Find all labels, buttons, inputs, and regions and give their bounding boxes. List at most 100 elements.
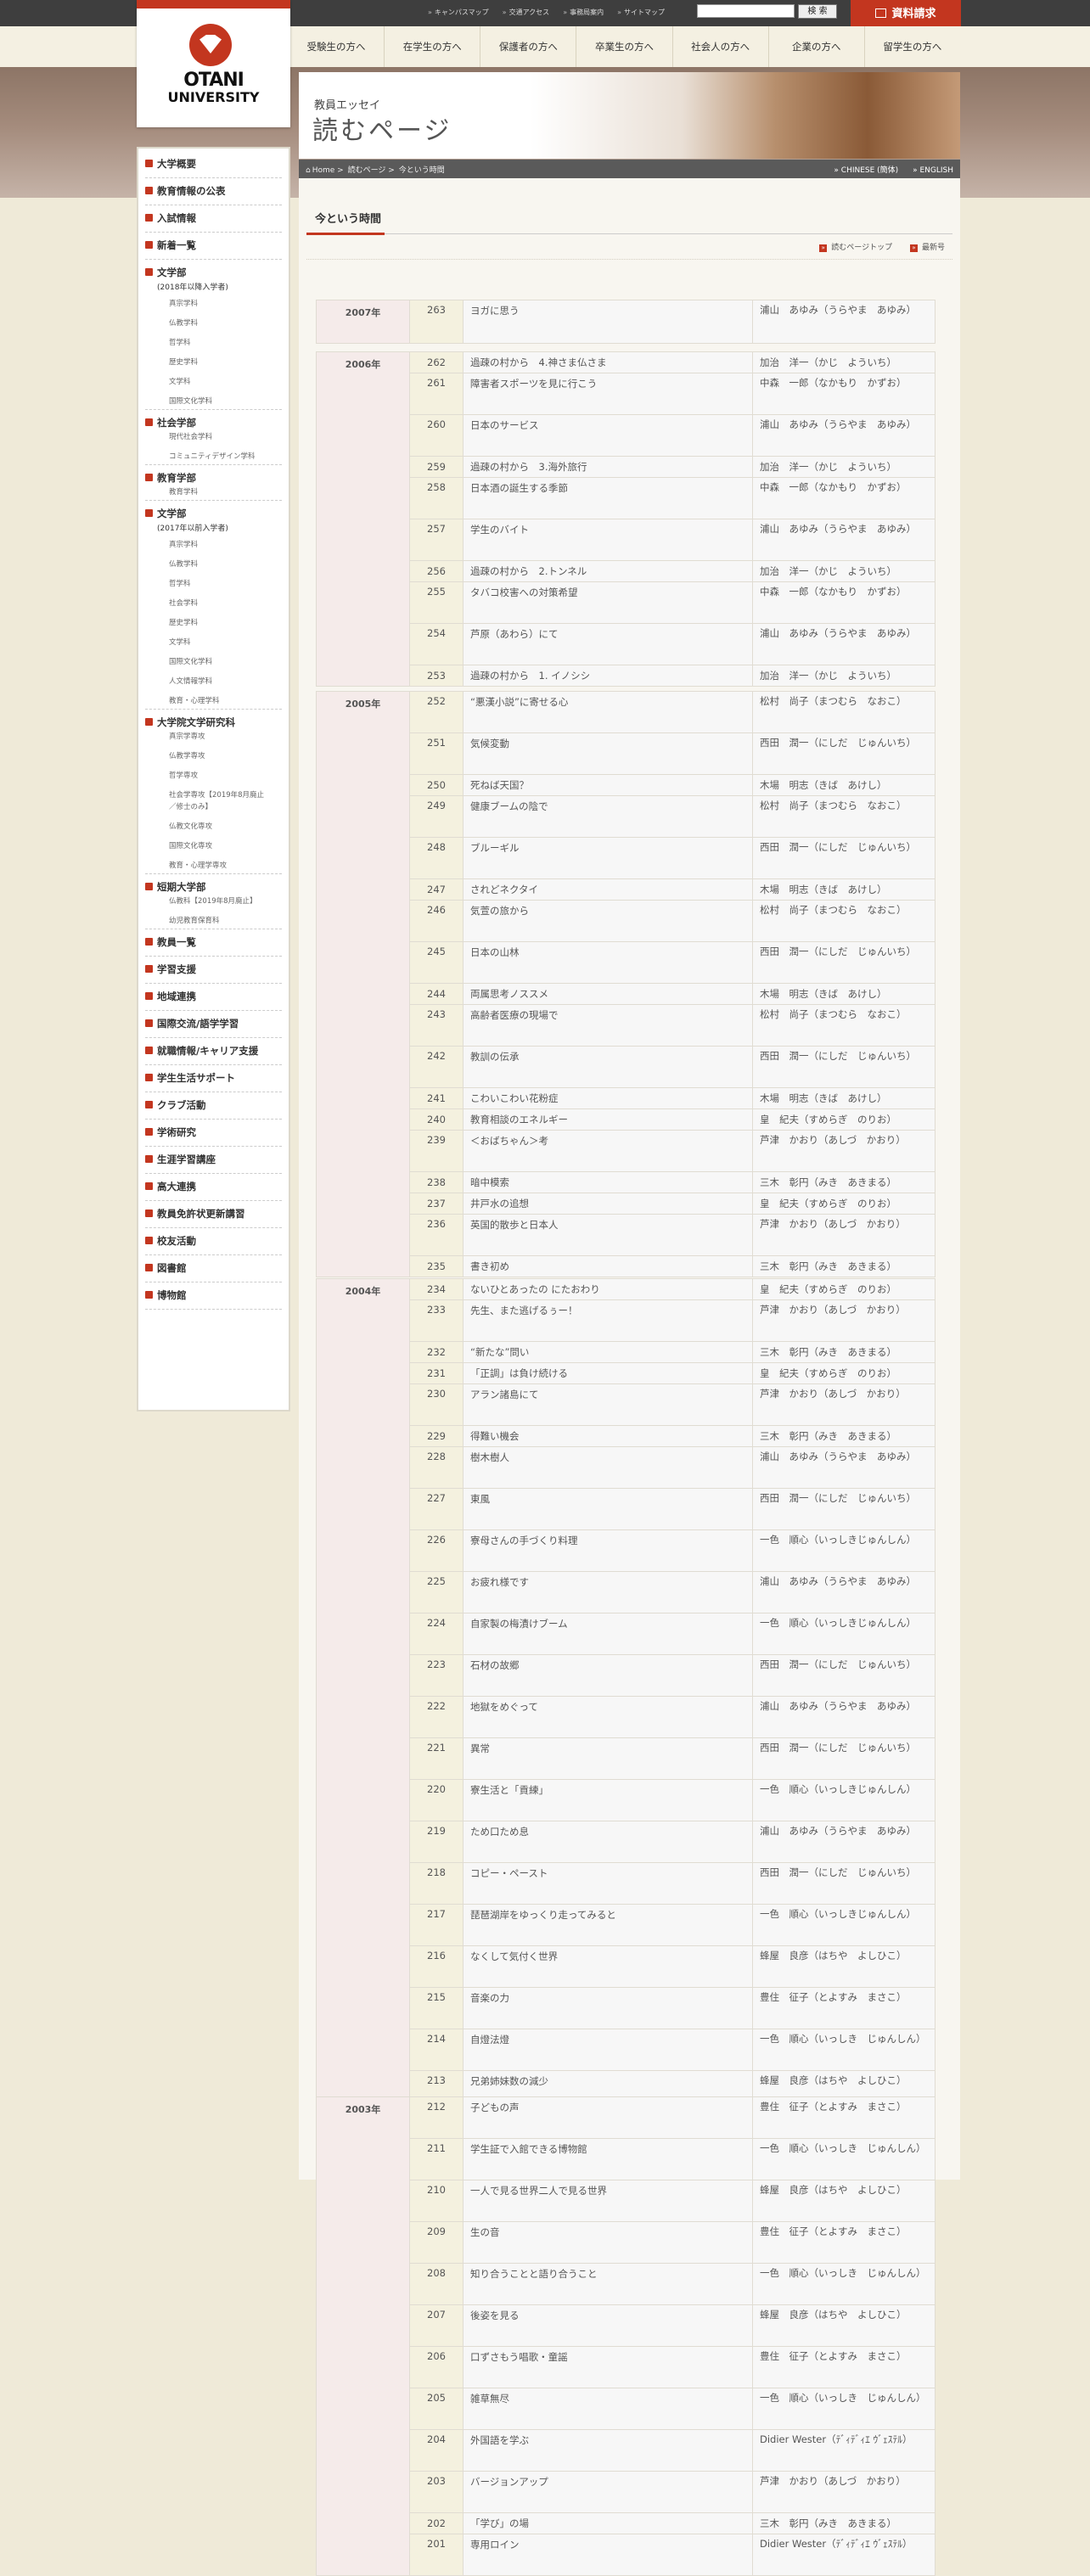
sidebar-category[interactable]: 教育学部 bbox=[145, 471, 282, 485]
sidebar-category[interactable]: 地域連携 bbox=[145, 990, 282, 1003]
essay-title[interactable]: ＜おばちゃん＞考 bbox=[463, 1130, 753, 1172]
sidebar-subitem[interactable]: 国際文化学科 bbox=[169, 656, 212, 666]
sidebar-subitem[interactable]: 国際文化学科 bbox=[169, 396, 212, 406]
essay-title[interactable]: ため口ため息 bbox=[463, 1821, 753, 1863]
essay-title[interactable]: 書き初め bbox=[463, 1255, 753, 1277]
essay-title[interactable]: 教訓の伝承 bbox=[463, 1046, 753, 1088]
essay-title[interactable]: アラン諸島にて bbox=[463, 1383, 753, 1426]
essay-title[interactable]: “悪漢小説”に寄せる心 bbox=[463, 691, 753, 733]
essay-title[interactable]: ヨガに思う bbox=[463, 300, 753, 344]
sidebar-subitem[interactable]: 現代社会学科 bbox=[169, 431, 212, 441]
essay-title[interactable]: こわいこわい花粉症 bbox=[463, 1087, 753, 1109]
sidebar-subitem[interactable]: 幼児教育保育科 bbox=[169, 915, 220, 925]
sidebar-subitem[interactable]: コミュニティデザイン学科 bbox=[169, 451, 256, 461]
sidebar-category[interactable]: 短期大学部 bbox=[145, 880, 282, 894]
breadcrumb-home[interactable]: Home bbox=[312, 166, 335, 175]
essay-title[interactable]: 学生のバイト bbox=[463, 519, 753, 561]
essay-title[interactable]: されどネクタイ bbox=[463, 878, 753, 901]
sidebar-subitem[interactable]: 真宗学科 bbox=[169, 298, 198, 308]
essay-title[interactable]: 外国語を学ぶ bbox=[463, 2429, 753, 2472]
nav-prospective[interactable]: 受験生の方へ bbox=[289, 26, 384, 67]
sidebar-category[interactable]: 大学概要 bbox=[145, 157, 282, 171]
sidebar-subitem[interactable]: 仏教文化専攻 bbox=[169, 821, 212, 831]
essay-title[interactable]: バージョンアップ bbox=[463, 2471, 753, 2513]
sidebar-category[interactable]: クラブ活動 bbox=[145, 1098, 282, 1112]
sidebar-category[interactable]: 文学部 bbox=[145, 507, 282, 520]
essay-title[interactable]: 「正調」は負け続ける bbox=[463, 1362, 753, 1384]
sidebar-subitem[interactable]: 哲学科 bbox=[169, 337, 191, 347]
lang-chinese[interactable]: » CHINESE (簡体) bbox=[834, 166, 898, 175]
essay-title[interactable]: 自家製の梅漬けブーム bbox=[463, 1613, 753, 1655]
sidebar-category[interactable]: 大学院文学研究科 bbox=[145, 716, 282, 729]
sidebar-category[interactable]: 就職情報/キャリア支援 bbox=[145, 1044, 282, 1058]
sidebar-category[interactable]: 学習支援 bbox=[145, 962, 282, 976]
essay-title[interactable]: 後姿を見る bbox=[463, 2304, 753, 2347]
nav-alumni[interactable]: 卒業生の方へ bbox=[576, 26, 671, 67]
essay-title[interactable]: 学生証で入館できる博物館 bbox=[463, 2138, 753, 2180]
essay-title[interactable]: 東風 bbox=[463, 1488, 753, 1530]
essay-title[interactable]: 死ねば天国？ bbox=[463, 774, 753, 796]
sidebar-category[interactable]: 生涯学習講座 bbox=[145, 1153, 282, 1166]
essay-title[interactable]: 過疎の村から 4.神さま仏さま bbox=[463, 351, 753, 373]
sidebar-subitem[interactable]: 教育・心理学専攻 bbox=[169, 860, 227, 870]
essay-title[interactable]: 芦原（あわら）にて bbox=[463, 623, 753, 665]
essay-title[interactable]: 知り合うことと語り合うこと bbox=[463, 2263, 753, 2305]
essay-title[interactable]: 過疎の村から 1. イノシシ bbox=[463, 665, 753, 687]
essay-title[interactable]: 樹木樹人 bbox=[463, 1446, 753, 1489]
essay-title[interactable]: 両属思考ノススメ bbox=[463, 983, 753, 1005]
sidebar-category[interactable]: 高大連携 bbox=[145, 1180, 282, 1193]
essay-title[interactable]: 子どもの声 bbox=[463, 2096, 753, 2139]
essay-title[interactable]: 暗中模索 bbox=[463, 1171, 753, 1193]
essay-title[interactable]: なくして気付く世界 bbox=[463, 1945, 753, 1988]
essay-title[interactable]: 琵琶湖岸をゆっくり走ってみると bbox=[463, 1904, 753, 1946]
sidebar-category[interactable]: 社会学部 bbox=[145, 416, 282, 429]
util-link-campus-map[interactable]: キャンパスマップ bbox=[428, 8, 489, 17]
sidebar-category[interactable]: 教員一覧 bbox=[145, 935, 282, 949]
essay-title[interactable]: “新たな”問い bbox=[463, 1341, 753, 1363]
sidebar-category[interactable]: 国際交流/語学学習 bbox=[145, 1017, 282, 1030]
essay-title[interactable]: 先生、また逃げるぅー！ bbox=[463, 1299, 753, 1342]
sidebar-category[interactable]: 学生生活サポート bbox=[145, 1071, 282, 1085]
lang-english[interactable]: » ENGLISH bbox=[913, 166, 953, 175]
sidebar-subitem[interactable]: 社会学科 bbox=[169, 598, 198, 608]
essay-title[interactable]: ブルーギル bbox=[463, 837, 753, 879]
essay-title[interactable]: 生の音 bbox=[463, 2221, 753, 2264]
sidebar-subitem[interactable]: ／修士のみ】 bbox=[169, 801, 212, 811]
sidebar-category[interactable]: 学術研究 bbox=[145, 1125, 282, 1139]
nav-international[interactable]: 留学生の方へ bbox=[863, 26, 960, 67]
essay-title[interactable]: 自燈法燈 bbox=[463, 2029, 753, 2071]
sidebar-subitem[interactable]: 仏教科【2019年8月廃止】 bbox=[169, 895, 257, 906]
sidebar-subitem[interactable]: 仏教学科 bbox=[169, 317, 198, 328]
essay-title[interactable]: 高齢者医療の現場で bbox=[463, 1004, 753, 1047]
essay-title[interactable]: 地獄をめぐって bbox=[463, 1696, 753, 1738]
essay-title[interactable]: 石材の故郷 bbox=[463, 1654, 753, 1697]
sidebar-category[interactable]: 教員免許状更新講習 bbox=[145, 1207, 282, 1221]
sidebar-subitem[interactable]: 真宗学科 bbox=[169, 539, 198, 549]
essay-title[interactable]: 口ずさもう唱歌・童謡 bbox=[463, 2346, 753, 2388]
sidebar-subitem[interactable]: 教育学科 bbox=[169, 486, 198, 497]
essay-title[interactable]: 過疎の村から 2.トンネル bbox=[463, 560, 753, 582]
sidebar-subitem[interactable]: 哲学専攻 bbox=[169, 770, 198, 780]
essay-title[interactable]: コピー・ペースト bbox=[463, 1862, 753, 1905]
nav-companies[interactable]: 企業の方へ bbox=[767, 26, 864, 67]
link-latest[interactable]: 最新号 bbox=[910, 244, 945, 252]
essay-title[interactable]: タバコ校害への対策希望 bbox=[463, 581, 753, 624]
sidebar-category[interactable]: 図書館 bbox=[145, 1261, 282, 1275]
essay-title[interactable]: 寮生活と「貢練」 bbox=[463, 1779, 753, 1821]
essay-title[interactable]: 雑草無尽 bbox=[463, 2388, 753, 2430]
sidebar-category[interactable]: 入試情報 bbox=[145, 211, 282, 225]
essay-title[interactable]: 英国的散歩と日本人 bbox=[463, 1214, 753, 1256]
breadcrumb-yomu[interactable]: 読むページ bbox=[348, 166, 386, 175]
link-yomu-top[interactable]: 読むページトップ bbox=[819, 244, 892, 252]
essay-title[interactable]: 一人で見る世界二人で見る世界 bbox=[463, 2180, 753, 2222]
sidebar-subitem[interactable]: 仏教学科 bbox=[169, 558, 198, 569]
essay-title[interactable]: 異常 bbox=[463, 1737, 753, 1780]
sidebar-subitem[interactable]: 国際文化専攻 bbox=[169, 840, 212, 850]
sidebar-subitem[interactable]: 人文情報学科 bbox=[169, 676, 212, 686]
util-link-access[interactable]: 交通アクセス bbox=[503, 8, 550, 17]
sidebar-subitem[interactable]: 哲学科 bbox=[169, 578, 191, 588]
essay-title[interactable]: 障害者スポーツを見に行こう bbox=[463, 373, 753, 415]
util-link-office[interactable]: 事務局案内 bbox=[563, 8, 604, 17]
essay-title[interactable]: 音楽の力 bbox=[463, 1987, 753, 2029]
util-link-sitemap[interactable]: サイトマップ bbox=[617, 8, 665, 17]
